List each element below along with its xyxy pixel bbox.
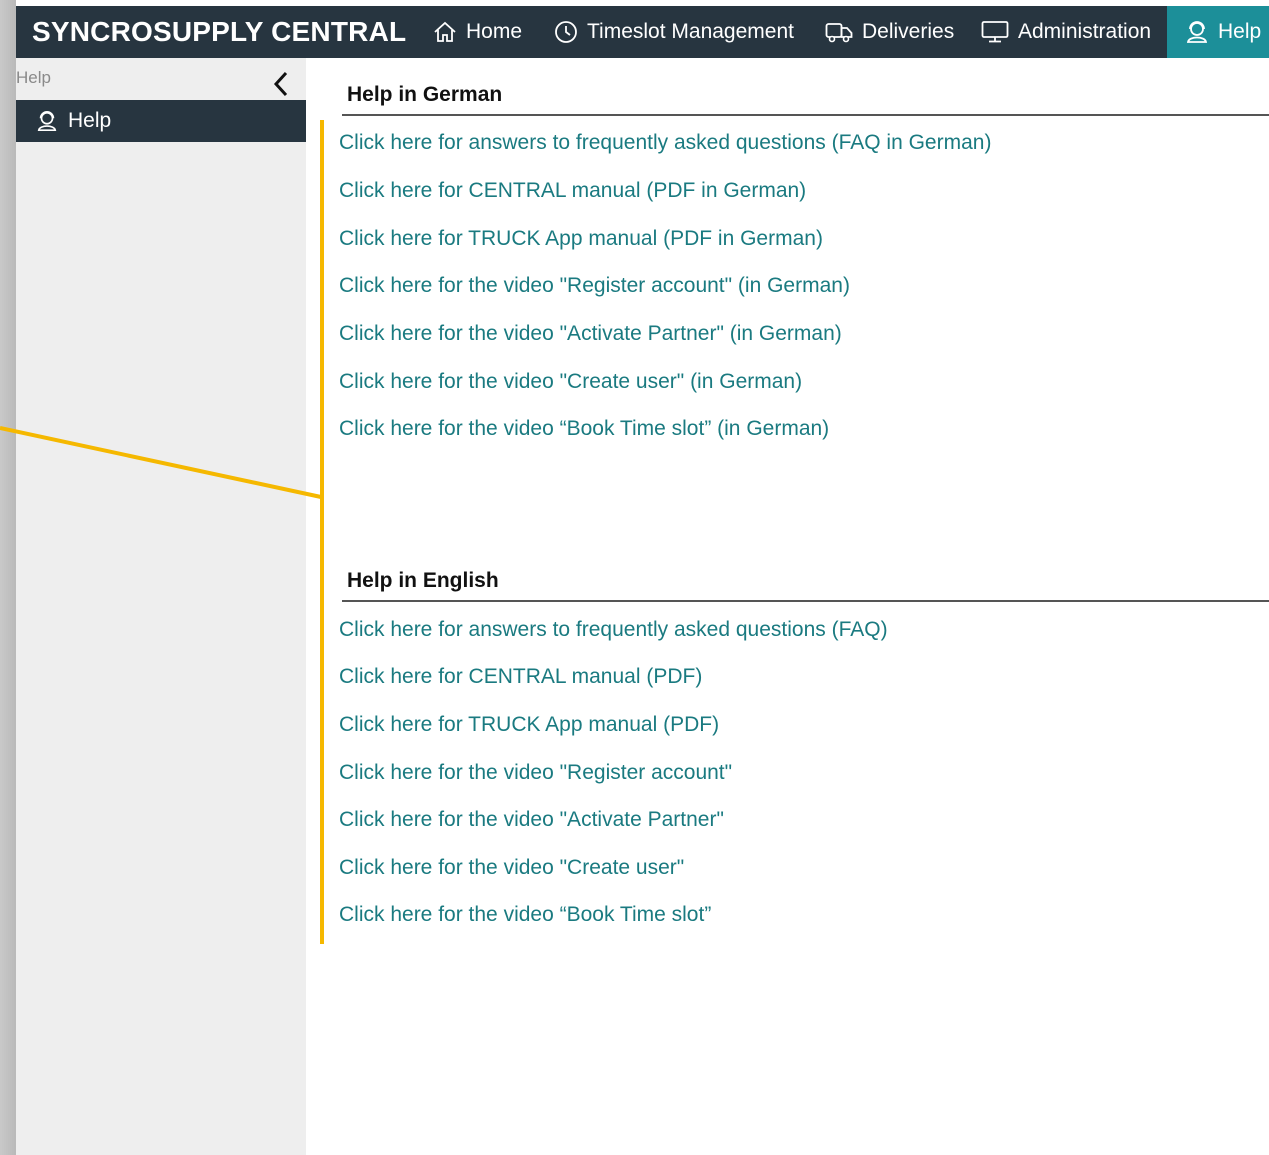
link-truck-app-manual-german[interactable]: Click here for TRUCK App manual (PDF in … <box>339 227 823 251</box>
nav-timeslot-management[interactable]: Timeslot Management <box>554 6 794 58</box>
sidebar-item-help[interactable]: Help <box>16 100 306 142</box>
nav-administration-label: Administration <box>1018 20 1152 43</box>
clock-icon <box>555 21 577 43</box>
nav-administration[interactable]: Administration <box>981 6 1151 58</box>
nav-help-label: Help <box>1218 20 1262 43</box>
link-faq-german[interactable]: Click here for answers to frequently ask… <box>339 131 991 155</box>
sidebar-title: Help <box>16 68 51 87</box>
nav-deliveries[interactable]: Deliveries <box>825 6 954 58</box>
help-person-icon <box>37 111 57 131</box>
nav-home[interactable]: Home <box>433 6 522 58</box>
chevron-left-icon[interactable] <box>269 70 293 98</box>
app-brand: SYNCROSUPPLY CENTRAL <box>32 16 407 47</box>
link-faq-english[interactable]: Click here for answers to frequently ask… <box>339 618 888 642</box>
link-central-manual-english[interactable]: Click here for CENTRAL manual (PDF) <box>339 665 702 689</box>
truck-icon <box>825 23 853 43</box>
nav-timeslot-label: Timeslot Management <box>587 20 794 43</box>
link-video-register-account-german[interactable]: Click here for the video "Register accou… <box>339 274 850 298</box>
section-divider <box>342 114 1269 116</box>
home-icon <box>434 21 456 42</box>
help-person-icon <box>1186 21 1208 43</box>
top-navigation-bar: SYNCROSUPPLY CENTRAL Home Timeslot Manag… <box>16 6 1269 58</box>
link-central-manual-german[interactable]: Click here for CENTRAL manual (PDF in Ge… <box>339 179 806 203</box>
section-divider <box>342 600 1269 602</box>
heading-help-english: Help in English <box>347 569 499 592</box>
sidebar: Help Help <box>16 58 306 1155</box>
link-video-activate-partner-german[interactable]: Click here for the video "Activate Partn… <box>339 322 842 346</box>
link-video-book-timeslot-english[interactable]: Click here for the video “Book Time slot… <box>339 903 711 927</box>
heading-help-german: Help in German <box>347 83 503 106</box>
link-video-activate-partner-english[interactable]: Click here for the video "Activate Partn… <box>339 808 724 832</box>
nav-help[interactable]: Help <box>1167 6 1269 58</box>
link-video-create-user-german[interactable]: Click here for the video "Create user" (… <box>339 370 802 394</box>
highlight-bracket <box>320 120 324 944</box>
window-frame-edge <box>0 0 16 1155</box>
nav-home-label: Home <box>466 20 523 43</box>
nav-deliveries-label: Deliveries <box>862 20 955 43</box>
link-truck-app-manual-english[interactable]: Click here for TRUCK App manual (PDF) <box>339 713 719 737</box>
link-video-book-timeslot-german[interactable]: Click here for the video “Book Time slot… <box>339 417 829 441</box>
sidebar-item-label: Help <box>68 109 112 132</box>
link-video-create-user-english[interactable]: Click here for the video "Create user" <box>339 856 684 880</box>
link-video-register-account-english[interactable]: Click here for the video "Register accou… <box>339 761 732 785</box>
monitor-icon <box>981 21 1009 43</box>
